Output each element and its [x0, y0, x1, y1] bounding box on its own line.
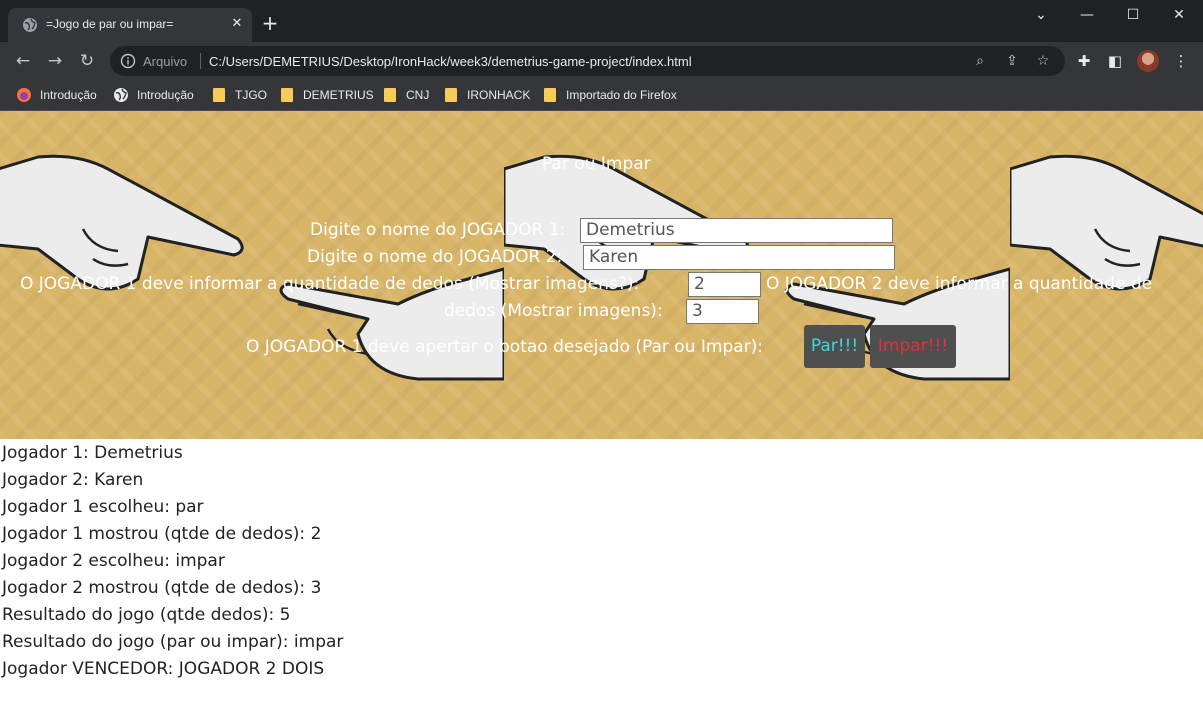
folder-icon — [281, 88, 293, 102]
back-arrow-icon[interactable]: ← — [12, 50, 34, 72]
player2-prompt: Digite o nome do JOGADOR 2: — [307, 247, 563, 267]
browser-tab[interactable]: =Jogo de par ou impar= ✕ — [8, 8, 252, 42]
bookmark-folder[interactable]: CNJ — [384, 86, 429, 104]
bookmark-label: Introdução — [137, 88, 194, 102]
result-line: Jogador 1: Demetrius — [2, 443, 183, 463]
result-line: Jogador 1 mostrou (qtde de dedos): 2 — [2, 524, 322, 544]
bookmark-label: Importado do Firefox — [566, 88, 677, 102]
player2-fingers-prompt-cont: dedos (Mostrar imagens): — [444, 301, 663, 321]
player2-name-input[interactable]: Karen — [583, 245, 895, 270]
folder-icon — [213, 88, 225, 102]
zoom-icon[interactable]: ⌕ — [971, 52, 989, 70]
share-icon[interactable]: ⇪ — [1003, 52, 1021, 70]
address-url[interactable]: C:/Users/DEMETRIUS/Desktop/IronHack/week… — [209, 54, 692, 69]
result-line: Resultado do jogo (par ou impar): impar — [2, 632, 344, 652]
folder-icon — [445, 88, 457, 102]
bookmark-label: CNJ — [406, 88, 430, 102]
result-line: Jogador 2: Karen — [2, 470, 144, 490]
avatar[interactable] — [1137, 50, 1159, 72]
result-line: Jogador VENCEDOR: JOGADOR 2 DOIS — [2, 659, 325, 679]
choose-prompt: O JOGADOR 1 deve apertar o botao desejad… — [246, 337, 764, 357]
result-line: Jogador 2 mostrou (qtde de dedos): 3 — [2, 578, 322, 598]
side-panel-icon[interactable]: ◧ — [1105, 51, 1125, 71]
player1-fingers-input[interactable]: 2 — [688, 272, 761, 297]
browser-titlebar: =Jogo de par ou impar= ✕ + ⌄ — ☐ ✕ — [0, 0, 1203, 42]
close-icon[interactable]: ✕ — [228, 15, 246, 33]
result-line: Resultado do jogo (qtde dedos): 5 — [2, 605, 291, 625]
address-scheme: Arquivo — [143, 54, 188, 69]
globe-icon — [23, 18, 37, 32]
menu-icon[interactable]: ⋮ — [1171, 51, 1191, 71]
bookmark-folder[interactable]: TJGO — [213, 86, 267, 104]
bookmarks-bar: Introdução Introdução TJGO DEMETRIUS CNJ… — [0, 80, 1203, 111]
address-divider — [200, 53, 201, 69]
tab-title: =Jogo de par ou impar= — [46, 17, 174, 31]
bookmark-label: TJGO — [235, 88, 267, 102]
player2-fingers-prompt: O JOGADOR 2 deve informar a quantidade d… — [766, 274, 1153, 294]
address-bar[interactable]: Arquivo C:/Users/DEMETRIUS/Desktop/IronH… — [110, 46, 1065, 76]
bookmark-folder[interactable]: DEMETRIUS — [281, 86, 374, 104]
reload-icon[interactable]: ↻ — [76, 50, 98, 72]
folder-icon — [544, 88, 556, 102]
par-button[interactable]: Par!!! — [804, 325, 865, 368]
folder-icon — [384, 88, 396, 102]
bookmark-item[interactable]: Introdução — [16, 86, 97, 104]
pointing-hands-image — [1010, 154, 1203, 291]
maximize-button[interactable]: ☐ — [1110, 0, 1156, 32]
results-list: Jogador 1: Demetrius Jogador 2: Karen Jo… — [2, 440, 343, 683]
page-title: Par ou Impar — [542, 154, 651, 174]
player2-fingers-input[interactable]: 3 — [686, 299, 759, 324]
extensions-icon[interactable]: ✚ — [1074, 51, 1094, 71]
bookmark-label: IRONHACK — [467, 88, 531, 102]
info-icon[interactable] — [120, 53, 136, 69]
tab-search-icon[interactable]: ⌄ — [1018, 0, 1064, 32]
bookmark-folder[interactable]: Importado do Firefox — [544, 86, 677, 104]
firefox-icon — [17, 88, 31, 102]
player1-prompt: Digite o nome do JOGADOR 1: — [310, 220, 566, 240]
window-close-button[interactable]: ✕ — [1156, 0, 1202, 32]
result-line: Jogador 1 escolheu: par — [2, 497, 204, 517]
new-tab-button[interactable]: + — [260, 13, 280, 33]
player1-name-input[interactable]: Demetrius — [580, 218, 893, 243]
bookmark-label: DEMETRIUS — [303, 88, 374, 102]
forward-arrow-icon[interactable]: → — [44, 50, 66, 72]
bookmark-item[interactable]: Introdução — [113, 86, 194, 104]
browser-toolbar: ← → ↻ Arquivo C:/Users/DEMETRIUS/Desktop… — [0, 42, 1203, 80]
minimize-button[interactable]: — — [1064, 0, 1110, 32]
star-icon[interactable]: ☆ — [1034, 52, 1052, 70]
player1-fingers-prompt: O JOGADOR 1 deve informar a quantidade d… — [20, 274, 640, 294]
bookmark-folder[interactable]: IRONHACK — [445, 86, 530, 104]
globe-icon — [114, 88, 128, 102]
impar-button[interactable]: Impar!!! — [870, 325, 956, 368]
bookmark-label: Introdução — [40, 88, 97, 102]
result-line: Jogador 2 escolheu: impar — [2, 551, 225, 571]
game-hero: Par ou Impar Digite o nome do JOGADOR 1:… — [0, 111, 1203, 439]
